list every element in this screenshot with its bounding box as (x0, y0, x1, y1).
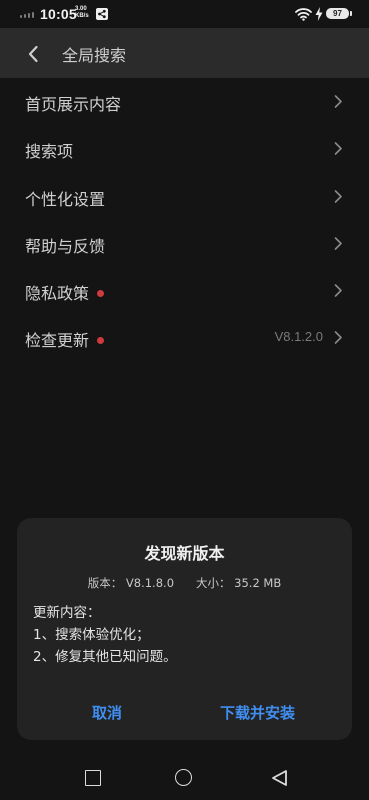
chevron-right-icon (334, 95, 342, 108)
back-icon[interactable] (270, 768, 290, 788)
menu-item-label: 检查更新 (25, 331, 90, 351)
menu-item-privacy-policy[interactable]: 隐私政策 (0, 267, 369, 314)
menu-item-label-wrap: 隐私政策 (25, 280, 105, 304)
menu-item-label: 帮助与反馈 (25, 236, 106, 256)
menu-item-label: 隐私政策 (25, 284, 90, 304)
release-notes: 更新内容： 1、搜索体验优化； 2、修复其他已知问题。 (33, 602, 177, 668)
release-notes-heading: 更新内容： (33, 605, 101, 621)
system-nav-bar (0, 756, 369, 800)
release-note-item: 1、搜索体验优化； (33, 627, 150, 643)
chevron-right-icon (334, 189, 342, 203)
menu-item-home-content[interactable]: 首页展示内容 (0, 78, 369, 125)
battery-icon: 97 (326, 8, 349, 19)
package-size-text: 大小： 35.2 MB (196, 576, 282, 590)
home-icon[interactable] (175, 769, 192, 786)
menu-item-help-feedback[interactable]: 帮助与反馈 (0, 220, 369, 267)
dialog-title: 发现新版本 (144, 544, 225, 563)
page-title: 全局搜索 (62, 46, 127, 65)
battery-tip (350, 11, 352, 16)
menu-item-personalization[interactable]: 个性化设置 (0, 173, 369, 220)
wifi-icon (295, 8, 312, 21)
status-bar: 10:05 3.00 KB/s 97 (0, 0, 369, 28)
signal-icon (20, 12, 34, 18)
menu-item-search-items[interactable]: 搜索项 (0, 125, 369, 172)
chevron-right-icon (334, 237, 342, 250)
network-speed: 3.00 KB/s (75, 6, 89, 20)
menu-item-label: 个性化设置 (25, 189, 106, 209)
share-icon (96, 8, 108, 20)
chevron-right-icon (334, 331, 342, 345)
menu-item-label: 搜索项 (25, 142, 74, 162)
chevron-right-icon (334, 142, 342, 156)
chevron-left-icon (28, 45, 38, 63)
back-button[interactable] (20, 41, 46, 67)
chevron-right-icon (334, 284, 342, 297)
menu-item-label: 首页展示内容 (25, 95, 122, 114)
notification-dot (97, 337, 105, 345)
notification-dot (97, 290, 105, 298)
recent-apps-icon[interactable] (85, 770, 101, 786)
settings-menu: 首页展示内容 搜索项 个性化设置 帮助与反馈 隐私政策 检查更新 V8.1.2.… (0, 78, 369, 362)
release-note-item: 2、修复其他已知问题。 (33, 649, 177, 665)
menu-item-check-update[interactable]: 检查更新 V8.1.2.0 (0, 314, 369, 361)
app-header: 全局搜索 (0, 28, 369, 78)
network-speed-value: 3.00 (75, 6, 87, 12)
dialog-actions: 取消 下载并安装 (17, 702, 352, 726)
network-speed-unit: KB/s (75, 13, 89, 19)
menu-item-label-wrap: 检查更新 (25, 327, 105, 351)
update-dialog: 发现新版本 版本： V8.1.8.0 大小： 35.2 MB 更新内容： 1、搜索… (17, 518, 352, 740)
version-info: 版本： V8.1.8.0 大小： 35.2 MB (17, 575, 352, 591)
screen: 10:05 3.00 KB/s 97 全局搜索 首页展示内容 搜索项 个性化设置… (0, 0, 369, 800)
status-time: 10:05 (40, 6, 77, 22)
new-version-text: 版本： V8.1.8.0 (87, 576, 175, 590)
download-install-button[interactable]: 下载并安装 (220, 702, 295, 723)
charging-icon (315, 7, 323, 21)
current-version: V8.1.2.0 (274, 329, 323, 345)
cancel-button[interactable]: 取消 (92, 702, 122, 723)
